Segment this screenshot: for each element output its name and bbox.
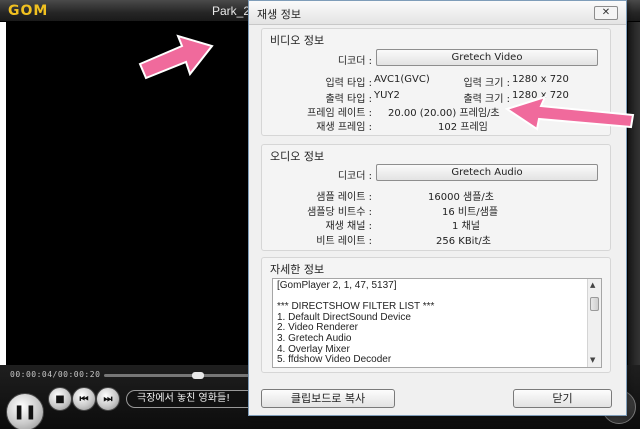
detail-text: [GomPlayer 2, 1, 47, 5137] *** DIRECTSHO…: [277, 280, 582, 366]
frame-rate-value: 20.00 (20.00) 프레임/초: [388, 108, 500, 119]
detail-scrollbar[interactable]: ▲ ▼: [587, 279, 601, 367]
pause-icon: ❚❚: [13, 404, 37, 420]
seek-bar[interactable]: [104, 372, 254, 379]
audio-decoder-label: 디코더 :: [337, 171, 372, 182]
output-type-value: YUY2: [374, 90, 400, 101]
audio-info-group: 오디오 정보 디코더 : Gretech Audio 샘플 레이트 : 1600…: [261, 144, 611, 251]
annotation-arrow-icon: [138, 34, 214, 80]
played-frames-value: 102 프레임: [438, 122, 488, 133]
bits-per-sample-value: 16 비트/샘플: [442, 207, 499, 218]
bitrate-value: 256 KBit/초: [436, 236, 491, 247]
time-display: 00:00:04/00:00:20: [10, 370, 101, 379]
next-icon: ⏭: [103, 393, 113, 405]
seek-handle[interactable]: [192, 372, 204, 379]
frame-rate-label: 프레임 레이트 :: [307, 108, 372, 119]
next-button[interactable]: ⏭: [96, 387, 120, 411]
sample-rate-label: 샘플 레이트 :: [316, 192, 372, 203]
channels-value: 1 채널: [452, 221, 480, 232]
playback-info-dialog: 재생 정보 ✕ 비디오 정보 디코더 : Gretech Video 입력 타입…: [248, 0, 627, 416]
bits-per-sample-label: 샘플당 비트수 :: [307, 207, 372, 218]
pause-button[interactable]: ❚❚: [6, 393, 44, 429]
input-type-value: AVC1(GVC): [374, 74, 430, 85]
copy-to-clipboard-button[interactable]: 클립보드로 복사: [261, 389, 395, 408]
stop-button[interactable]: ■: [48, 387, 72, 411]
previous-icon: ⏮: [79, 393, 89, 405]
input-size-label: 입력 크기 :: [463, 78, 510, 89]
detail-line: [GomPlayer 2, 1, 47, 5137]: [277, 280, 397, 291]
detail-line: 5. ffdshow Video Decoder: [277, 354, 392, 366]
input-size-value: 1280 x 720: [512, 74, 569, 85]
channels-label: 재생 채널 :: [325, 221, 372, 232]
player-edge: [628, 22, 640, 382]
bitrate-label: 비트 레이트 :: [316, 236, 372, 247]
close-button[interactable]: 닫기: [513, 389, 612, 408]
video-decoder-label: 디코더 :: [337, 56, 372, 67]
detail-info-group: 자세한 정보 [GomPlayer 2, 1, 47, 5137] *** DI…: [261, 257, 611, 373]
video-decoder-button[interactable]: Gretech Video: [376, 49, 598, 66]
audio-decoder-button[interactable]: Gretech Audio: [376, 164, 598, 181]
played-frames-label: 재생 프레임 :: [316, 122, 372, 133]
annotation-arrow-icon: [505, 95, 635, 131]
detail-info-title: 자세한 정보: [270, 263, 325, 276]
close-icon[interactable]: ✕: [594, 6, 618, 20]
video-info-title: 비디오 정보: [270, 34, 325, 47]
previous-button[interactable]: ⏮: [72, 387, 96, 411]
sample-rate-value: 16000 샘플/초: [428, 192, 494, 203]
scroll-up-icon[interactable]: ▲: [590, 281, 595, 289]
scroll-thumb[interactable]: [590, 297, 599, 311]
dialog-title: 재생 정보: [257, 8, 301, 21]
dialog-titlebar: 재생 정보 ✕: [249, 1, 626, 25]
output-size-label: 출력 크기 :: [463, 94, 510, 105]
input-type-label: 입력 타입 :: [325, 78, 372, 89]
audio-info-title: 오디오 정보: [270, 150, 325, 163]
output-type-label: 출력 타입 :: [325, 94, 372, 105]
gom-logo: GOM: [8, 3, 49, 19]
stop-icon: ■: [55, 393, 65, 405]
detail-line: 3. Gretech Audio: [277, 332, 352, 344]
detail-textbox[interactable]: [GomPlayer 2, 1, 47, 5137] *** DIRECTSHO…: [272, 278, 602, 368]
scroll-down-icon[interactable]: ▼: [590, 356, 595, 364]
news-ticker[interactable]: 극장에서 놓친 영화들!: [126, 390, 268, 408]
